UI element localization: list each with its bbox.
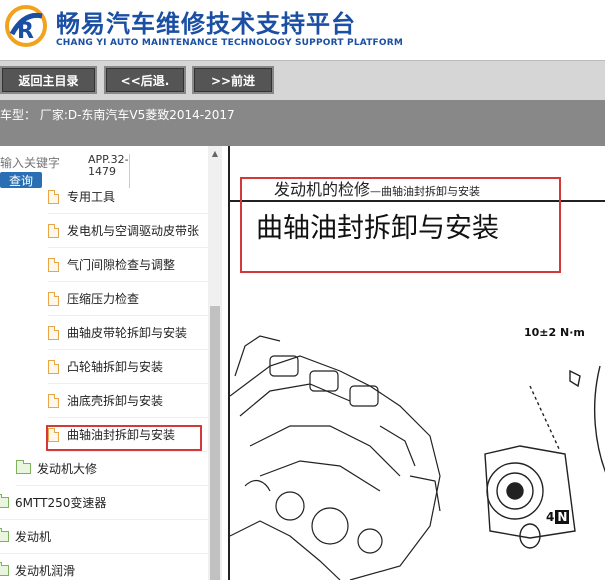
tree-item-label: 发电机与空调驱动皮带张: [67, 224, 200, 238]
part-number-label: 4N: [546, 510, 570, 524]
selected-item-highlight: [46, 425, 202, 451]
tree-folder-engine-lubrication[interactable]: 发动机润滑: [0, 554, 208, 580]
document-icon: [48, 291, 59, 306]
scroll-up-arrow-icon[interactable]: ▲: [208, 146, 222, 160]
engine-diagram: [230, 335, 605, 580]
tree-item-compression-check[interactable]: 压缩压力检查: [48, 282, 208, 316]
folder-icon: [0, 528, 9, 542]
tree-item-label: 发动机: [15, 530, 52, 544]
tree-item-label: 凸轮轴拆卸与安装: [67, 360, 164, 374]
svg-text:R: R: [17, 19, 34, 44]
tree-item-crank-pulley[interactable]: 曲轴皮带轮拆卸与安装: [48, 316, 208, 350]
tree-item-label: 气门间隙检查与调整: [67, 258, 176, 272]
folder-icon: [0, 494, 9, 508]
document-icon: [48, 223, 59, 238]
document-icon: [48, 189, 59, 204]
brand-logo-icon: R: [5, 5, 47, 47]
tree-item-label: 发动机大修: [37, 462, 98, 476]
document-icon: [48, 325, 59, 340]
tree-item-label: 专用工具: [67, 190, 116, 204]
tree-item-label: 油底壳拆卸与安装: [67, 394, 164, 408]
app-title: 畅易汽车维修技术支持平台: [56, 10, 356, 38]
sidebar: 查询 APP.32-1479 专用工具 发电机与空调驱动皮带张 气门间隙检查与调…: [0, 146, 222, 580]
tree-item-label: 发动机润滑: [15, 564, 76, 578]
toolbar: 返回主目录 <<后退. >>前进: [0, 60, 605, 100]
tree-item-drive-belt[interactable]: 发电机与空调驱动皮带张: [48, 214, 208, 248]
tree-item-camshaft[interactable]: 凸轮轴拆卸与安装: [48, 350, 208, 384]
torque-label: 10±2 N·m: [524, 326, 585, 339]
app-window: R 畅易汽车维修技术支持平台 CHANG YI AUTO MAINTENANCE…: [0, 0, 605, 580]
tree-item-label: 压缩压力检查: [67, 292, 140, 306]
folder-icon: [16, 460, 31, 474]
vehicle-info-text: 车型： 厂家:D-东南汽车V5菱致2014-2017: [0, 108, 235, 122]
folder-icon: [0, 562, 9, 576]
forward-button[interactable]: >>前进: [192, 66, 274, 94]
search-input[interactable]: [0, 154, 68, 172]
vehicle-info-bar: 车型： 厂家:D-东南汽车V5菱致2014-2017: [0, 100, 605, 146]
tree-item-label: 曲轴皮带轮拆卸与安装: [67, 326, 188, 340]
document-icon: [48, 257, 59, 272]
document-icon: [48, 359, 59, 374]
tree-item-label: 6MTT250变速器: [15, 496, 107, 510]
back-button[interactable]: <<后退.: [104, 66, 186, 94]
tree-item-special-tools[interactable]: 专用工具: [48, 180, 208, 214]
title-highlight: [240, 177, 561, 273]
scroll-thumb[interactable]: [210, 306, 220, 580]
document-icon: [48, 393, 59, 408]
app-header: R 畅易汽车维修技术支持平台 CHANG YI AUTO MAINTENANCE…: [0, 0, 605, 60]
tree-item-oil-pan[interactable]: 油底壳拆卸与安装: [48, 384, 208, 418]
home-button[interactable]: 返回主目录: [0, 66, 97, 94]
app-subtitle: CHANG YI AUTO MAINTENANCE TECHNOLOGY SUP…: [56, 38, 404, 48]
sidebar-scrollbar[interactable]: ▲: [208, 146, 222, 580]
tree-item-valve-clearance[interactable]: 气门间隙检查与调整: [48, 248, 208, 282]
tree-folder-engine[interactable]: 发动机: [0, 520, 208, 554]
tree-folder-transmission[interactable]: 6MTT250变速器: [0, 486, 208, 520]
tree-folder-engine-overhaul[interactable]: 发动机大修: [16, 452, 208, 486]
search-button[interactable]: 查询: [0, 172, 42, 188]
